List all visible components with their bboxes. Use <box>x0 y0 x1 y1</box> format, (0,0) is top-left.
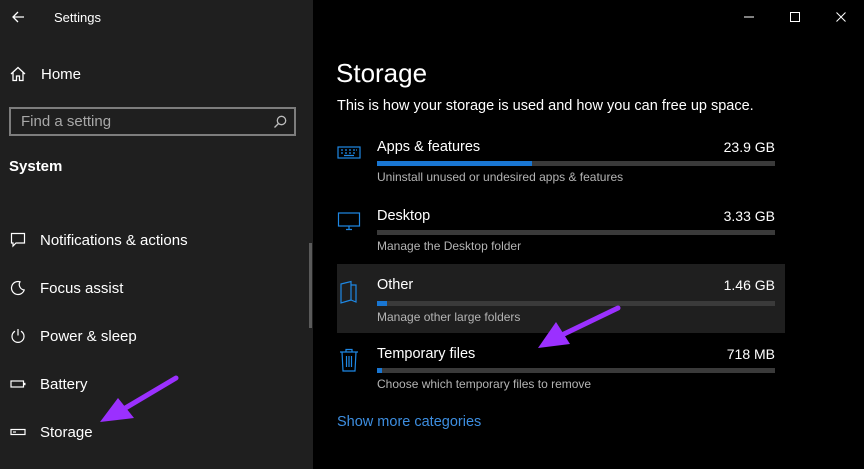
category-subtitle: Manage other large folders <box>377 310 521 324</box>
back-arrow-icon <box>12 11 24 23</box>
category-name: Desktop <box>377 208 431 224</box>
category-subtitle: Manage the Desktop folder <box>377 239 522 253</box>
sidebar-item-label: Notifications & actions <box>40 231 188 249</box>
sidebar-scrollbar[interactable] <box>309 243 312 328</box>
power-icon <box>9 327 27 345</box>
sidebar-item-storage[interactable]: Storage <box>0 416 305 448</box>
home-label: Home <box>41 65 82 83</box>
app-title: Settings <box>54 10 101 25</box>
window-controls <box>726 0 864 34</box>
category-size: 1.46 GB <box>723 277 775 293</box>
category-apps-features[interactable]: Apps & features 23.9 GB Uninstall unused… <box>337 130 785 198</box>
back-button[interactable] <box>10 8 26 26</box>
page-description: This is how your storage is used and how… <box>337 98 754 114</box>
moon-icon <box>9 279 27 297</box>
category-name: Temporary files <box>377 346 476 362</box>
sidebar-item-focus-assist[interactable]: Focus assist <box>0 272 305 304</box>
monitor-icon <box>337 209 361 233</box>
category-size: 718 MB <box>726 346 775 362</box>
sidebar-item-notifications[interactable]: Notifications & actions <box>0 224 305 256</box>
category-size: 3.33 GB <box>723 208 775 224</box>
keyboard-icon <box>337 140 361 164</box>
usage-bar <box>377 301 775 306</box>
usage-bar <box>377 230 775 235</box>
category-desktop[interactable]: Desktop 3.33 GB Manage the Desktop folde… <box>337 199 785 267</box>
minimize-icon <box>744 16 754 18</box>
category-size: 23.9 GB <box>723 139 775 155</box>
category-subtitle: Uninstall unused or undesired apps & fea… <box>377 170 624 184</box>
home-icon <box>10 66 26 82</box>
usage-bar <box>377 368 775 373</box>
storage-icon <box>9 423 27 441</box>
usage-bar <box>377 161 775 166</box>
category-temporary-files[interactable]: Temporary files 718 MB Choose which temp… <box>337 337 785 405</box>
sidebar-item-battery[interactable]: Battery <box>0 368 305 400</box>
maximize-icon <box>790 12 800 22</box>
sidebar-item-power-sleep[interactable]: Power & sleep <box>0 320 305 352</box>
usage-bar-fill <box>377 368 382 373</box>
category-other[interactable]: Other 1.46 GB Manage other large folders <box>337 264 785 333</box>
category-subtitle: Choose which temporary files to remove <box>377 377 592 391</box>
minimize-button[interactable] <box>726 0 772 34</box>
search-input[interactable] <box>11 109 266 134</box>
section-heading: System <box>9 158 63 175</box>
battery-icon <box>9 375 27 393</box>
sidebar: Settings Home System Notifications & act… <box>0 0 313 469</box>
category-name: Other <box>377 277 414 293</box>
close-button[interactable] <box>818 0 864 34</box>
category-name: Apps & features <box>377 139 481 155</box>
page-title: Storage <box>336 58 428 88</box>
maximize-button[interactable] <box>772 0 818 34</box>
sidebar-item-label: Battery <box>40 375 88 393</box>
home-link[interactable]: Home <box>9 62 81 86</box>
folder-icon <box>337 280 361 304</box>
sidebar-item-label: Storage <box>40 423 93 441</box>
close-icon <box>836 12 846 22</box>
sidebar-item-label: Focus assist <box>40 279 124 297</box>
usage-bar-fill <box>377 301 387 306</box>
usage-bar-fill <box>377 161 533 166</box>
search-icon[interactable] <box>266 109 294 134</box>
main-content: Storage This is how your storage is used… <box>313 0 864 469</box>
show-more-categories-link[interactable]: Show more categories <box>337 414 481 430</box>
message-icon <box>9 231 27 249</box>
titlebar: Settings <box>0 0 313 34</box>
trash-icon <box>337 347 361 372</box>
sidebar-item-label: Power & sleep <box>40 327 137 345</box>
search-box[interactable] <box>9 107 296 136</box>
